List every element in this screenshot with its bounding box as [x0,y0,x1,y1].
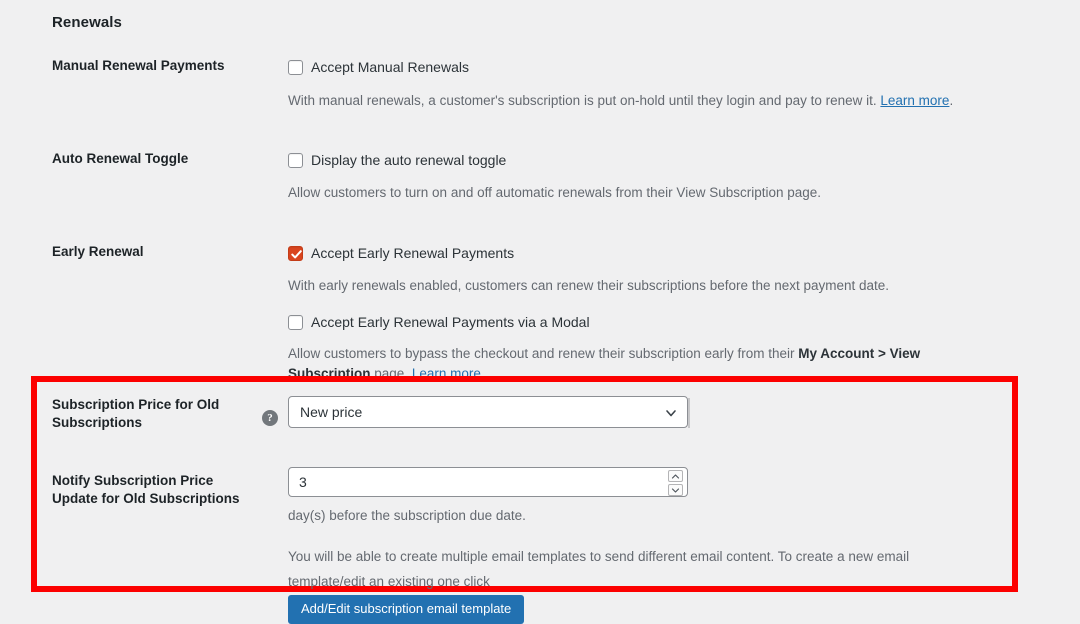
add-edit-subscription-email-template-button[interactable]: Add/Edit subscription email template [288,595,525,624]
row-label-notify-subscription-price-update: Notify Subscription Price Update for Old… [52,472,267,508]
checkbox-label-accept-early-renewal-payments: Accept Early Renewal Payments [311,245,515,261]
checkbox-box-display-auto-renewal-toggle[interactable] [288,152,303,168]
checkbox-box-accept-early-renewal-modal[interactable] [288,314,303,330]
checkbox-label-display-auto-renewal-toggle: Display the auto renewal toggle [311,152,507,168]
checkbox-box-accept-early-renewal-payments[interactable] [288,245,303,261]
spinner-down-button[interactable] [668,484,683,496]
checkbox-accept-early-renewal-payments[interactable]: Accept Early Renewal Payments [288,243,1048,263]
chevron-down-icon [666,410,676,417]
select-edge-shadow [688,398,690,428]
help-icon[interactable]: ? [262,410,278,426]
description-modal-part2: page. [370,366,412,381]
description-email-templates-line1: You will be able to create multiple emai… [288,549,910,564]
row-field-auto-renewal-toggle: Display the auto renewal toggle Allow cu… [288,150,1048,203]
description-notify-days-unit: day(s) before the subscription due date. [288,508,526,523]
description-early-renewal-modal: Allow customers to bypass the checkout a… [288,344,948,384]
description-auto-renewal-toggle: Allow customers to turn on and off autom… [288,185,822,200]
row-label-early-renewal: Early Renewal [52,244,144,259]
chevron-up-icon [671,473,680,479]
row-label-line1: Notify Subscription Price [52,473,214,488]
checkbox-accept-early-renewal-modal[interactable]: Accept Early Renewal Payments via a Moda… [288,312,1048,332]
description-early-renewal: With early renewals enabled, customers c… [288,278,890,293]
row-field-early-renewal: Accept Early Renewal Payments With early… [288,243,1048,384]
checkbox-accept-manual-renewals[interactable]: Accept Manual Renewals [288,57,1048,77]
description-manual-renewals-period: . [949,93,954,108]
description-modal-part1: Allow customers to bypass the checkout a… [288,346,799,361]
row-label-manual-renewal-payments: Manual Renewal Payments [52,58,225,73]
checkmark-icon [291,249,302,258]
number-input-notify-days[interactable]: 3 [288,467,688,497]
number-spinner-notify-days[interactable] [668,470,683,496]
chevron-down-icon [671,487,680,493]
select-value-subscription-price: New price [300,404,363,420]
row-label-subscription-price-old-subscriptions: Subscription Price for Old Subscriptions [52,396,257,432]
checkbox-label-accept-early-renewal-modal: Accept Early Renewal Payments via a Moda… [311,314,590,330]
email-template-action-line: template/edit an existing one click Add/… [288,569,688,624]
row-label-line1: Subscription Price for Old [52,397,220,412]
number-input-value-notify-days: 3 [299,474,307,490]
learn-more-link-manual[interactable]: Learn more [880,93,949,108]
checkbox-display-auto-renewal-toggle[interactable]: Display the auto renewal toggle [288,150,1048,170]
description-email-templates-line2: template/edit an existing one click [288,574,490,589]
row-label-line2: Update for Old Subscriptions [52,491,240,506]
select-subscription-price[interactable]: New price [288,396,688,428]
row-field-manual-renewal-payments: Accept Manual Renewals With manual renew… [288,57,1048,111]
select-wrapper-subscription-price: New price [288,396,690,428]
description-manual-renewals-text: With manual renewals, a customer's subsc… [288,93,881,108]
row-label-auto-renewal-toggle: Auto Renewal Toggle [52,151,189,166]
spinner-up-button[interactable] [668,470,683,482]
description-manual-renewals: With manual renewals, a customer's subsc… [288,91,1048,111]
settings-page: Renewals Manual Renewal Payments Accept … [0,0,1080,624]
learn-more-link-modal[interactable]: Learn more. [412,366,485,381]
checkbox-label-accept-manual-renewals: Accept Manual Renewals [311,59,469,75]
checkbox-box-accept-manual-renewals[interactable] [288,59,303,75]
page-title: Renewals [52,14,122,31]
number-input-wrapper-notify-days: 3 day(s) before the subscription due dat… [288,467,909,624]
row-label-line2: Subscriptions [52,415,143,430]
